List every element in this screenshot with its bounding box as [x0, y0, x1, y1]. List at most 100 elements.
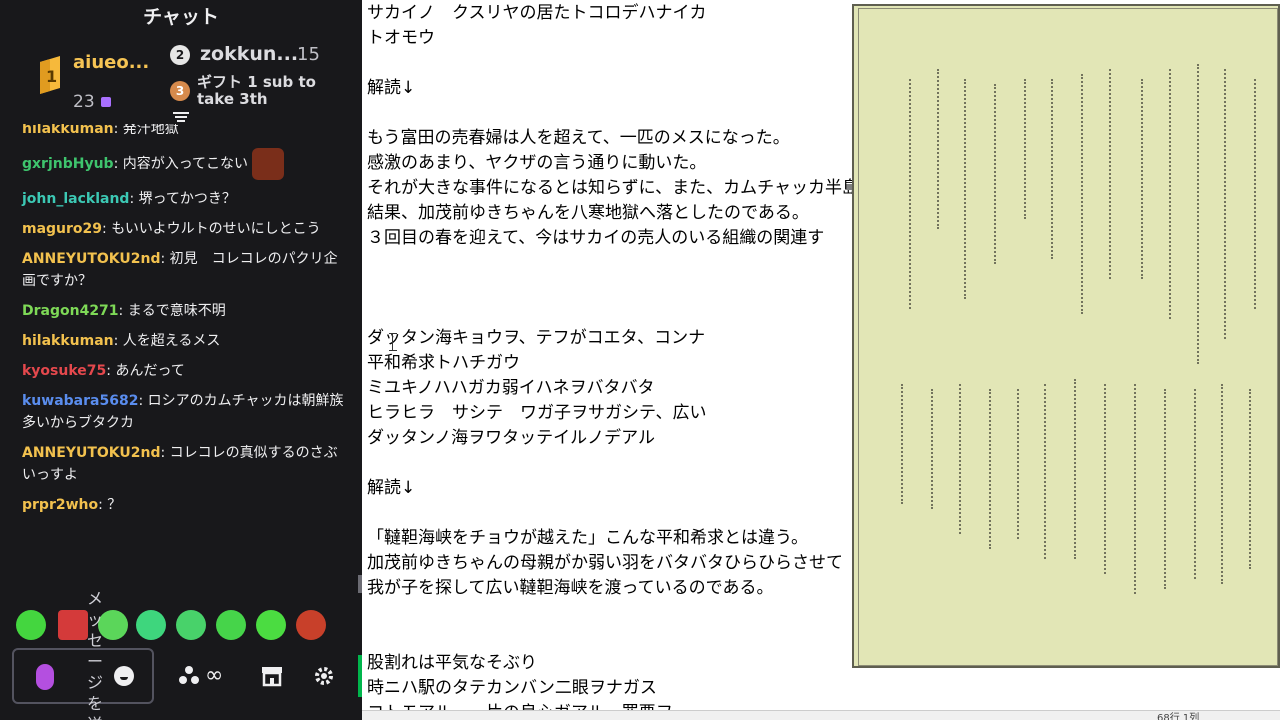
chat-message: prpr2who: ？ — [22, 497, 122, 513]
editor-line: ヒラヒラ サシテ ワガ子ヲサガシテ、広い — [367, 403, 707, 423]
horizontal-scrollbar[interactable]: 68行 1列 — [362, 710, 1280, 720]
handwriting-column — [1249, 389, 1261, 569]
emote-suggestions[interactable] — [14, 610, 344, 646]
text-editor[interactable]: サカイノ クスリヤの居たトコロデハナイカ トオモウ解読↓ もう富田の売春婦は人を超え… — [362, 0, 852, 720]
chat-username[interactable]: kuwabara5682 — [22, 393, 138, 409]
emote-icon[interactable] — [256, 610, 286, 640]
crown-badge-icon: 1 — [40, 56, 60, 94]
leaderboard-third-text[interactable]: ギフト 1 sub to take 3th — [197, 74, 347, 108]
chat-username[interactable]: Dragon4271 — [22, 303, 119, 319]
editor-line: 時ニハ駅のタテカンバン二眼ヲナガス — [367, 678, 657, 698]
manuscript-scan-image — [852, 4, 1280, 668]
handwriting-column — [931, 389, 943, 509]
chat-message: kyosuke75: あんだって — [22, 363, 185, 379]
chat-username[interactable]: maguro29 — [22, 221, 102, 237]
emote-picker-icon[interactable] — [114, 666, 134, 686]
emote-icon[interactable] — [216, 610, 246, 640]
status-position: 68行 1列 — [1157, 713, 1200, 720]
editor-line: ダッタン海キョウヲ、テフがコエタ、コンナ — [367, 328, 706, 348]
handwriting-column — [901, 384, 913, 504]
handwriting-column — [1024, 79, 1036, 219]
handwriting-column — [1221, 384, 1233, 584]
editor-line: 解読↓ — [367, 78, 416, 98]
emote-icon[interactable] — [296, 610, 326, 640]
chat-input[interactable]: メッセージを送信 — [12, 589, 154, 720]
chat-message-text: もいいよウルトのせいにしとこう — [111, 221, 321, 237]
emote-icon[interactable] — [176, 610, 206, 640]
chat-username[interactable]: kyosuke75 — [22, 363, 106, 379]
editor-line: 股割れは平気なそぶり — [367, 653, 537, 673]
handwriting-column — [989, 389, 1001, 549]
chat-title: チャット — [143, 6, 219, 28]
gift-icon — [100, 97, 111, 107]
chat-message: hilakkuman: 人を超えるメス — [22, 333, 221, 349]
chat-username[interactable]: prpr2who — [22, 497, 98, 513]
handwriting-column — [1254, 79, 1266, 309]
editor-line: 解読↓ — [367, 478, 416, 498]
handwriting-column — [1074, 379, 1086, 559]
manuscript-border — [858, 8, 1278, 666]
editor-line: ３回目の春を迎えて、今はサカイの売人のいる組織の関連す — [367, 228, 825, 248]
handwriting-column — [1109, 69, 1121, 279]
handwriting-column — [1169, 69, 1181, 319]
mic-icon[interactable] — [36, 664, 54, 690]
chat-username[interactable]: hilakkuman — [22, 333, 114, 349]
handwriting-column — [1081, 74, 1093, 314]
chat-panel: チャット 1 aiueo... 23 2 zokkun... 15 3 ギフト … — [0, 0, 362, 720]
rank-2-badge: 2 — [170, 45, 190, 65]
handwriting-column — [937, 69, 949, 229]
handwriting-column — [1044, 384, 1056, 559]
handwriting-column — [1051, 79, 1063, 259]
chat-message-text: あんだって — [115, 363, 185, 379]
editor-line: ミユキノハハガカ弱イハネヲバタバタ — [367, 378, 655, 398]
editor-line: サカイノ クスリヤの居たトコロデハナイカ — [367, 3, 707, 23]
leaderboard-second-name[interactable]: zokkun... — [200, 43, 298, 65]
channel-points-icon[interactable]: ∞ — [175, 660, 239, 688]
editor-line: 我が子を探して広い韃靼海峡を渡っているのである。 — [367, 578, 774, 598]
chat-username[interactable]: ANNEYUTOKU2nd — [22, 251, 161, 267]
handwriting-column — [1141, 79, 1153, 279]
handwriting-column — [1194, 389, 1206, 579]
leaderboard-first-name: aiueo... — [73, 52, 150, 73]
editor-line: トオモウ — [367, 28, 435, 48]
settings-icon[interactable] — [313, 665, 335, 687]
editor-line: もう富田の売春婦は人を超えて、一匹のメスになった。 — [367, 128, 790, 148]
editor-line: 結果、加茂前ゆきちゃんを八寒地獄へ落としたのである。 — [367, 203, 809, 223]
ibeam-cursor-icon — [389, 333, 397, 351]
chat-username[interactable]: hilakkuman — [22, 124, 114, 137]
leaderboard-second-count: 15 — [297, 44, 320, 65]
editor-line: 「韃靼海峡をチョウが越えた」こんな平和希求とは違う。 — [367, 528, 808, 548]
handwriting-column — [1164, 389, 1176, 589]
chat-message-text: 内容が入ってこない — [122, 156, 249, 172]
chat-message-text: 堺ってかつき？ — [138, 191, 236, 207]
chat-username[interactable]: gxrjnbHyub — [22, 156, 114, 172]
editor-line: 感激のあまり、ヤクザの言う通りに動いた。 — [367, 153, 707, 173]
chat-username[interactable]: john_lackland — [22, 191, 129, 207]
editor-line: ダッタンノ海ヲワタッテイルノデアル — [367, 428, 655, 448]
chat-message: ANNEYUTOKU2nd: 初見 コレコレのパクリ企画ですか？ — [22, 251, 338, 289]
emote-icon[interactable] — [16, 610, 46, 640]
handwriting-column — [959, 384, 971, 534]
store-icon[interactable] — [260, 664, 284, 688]
handwriting-column — [1224, 69, 1236, 339]
handwriting-column — [1104, 384, 1116, 574]
chat-message: john_lackland: 堺ってかつき？ — [22, 191, 236, 207]
handwriting-column — [1017, 389, 1029, 539]
svg-text:1: 1 — [46, 67, 57, 86]
handwriting-column — [994, 84, 1006, 264]
handwriting-column — [909, 79, 921, 309]
chat-message-text: まるで意味不明 — [127, 303, 226, 319]
handwriting-column — [1134, 384, 1146, 594]
editor-line: 加茂前ゆきちゃんの母親がか弱い羽をバタバタひらひらさせて — [367, 553, 843, 573]
chat-messages: hilakkuman: 発汗地獄 gxrjnbHyub: 内容が入ってこない joh… — [0, 124, 362, 616]
handwriting-column — [964, 79, 976, 299]
rank-3-badge: 3 — [170, 81, 190, 101]
chat-message: kuwabara5682: ロシアのカムチャッカは朝鮮族多いからブタクカ — [22, 393, 344, 431]
emote-icon[interactable] — [136, 610, 166, 640]
chat-username[interactable]: ANNEYUTOKU2nd — [22, 445, 161, 461]
editor-line: 平和希求トハチガウ — [367, 353, 520, 373]
chat-message-text: 人を超えるメス — [122, 333, 221, 349]
chat-input-placeholder: メッセージを送信 — [86, 589, 103, 720]
chat-message: maguro29: もいいよウルトのせいにしとこう — [22, 221, 321, 237]
emote-icon — [252, 148, 285, 180]
